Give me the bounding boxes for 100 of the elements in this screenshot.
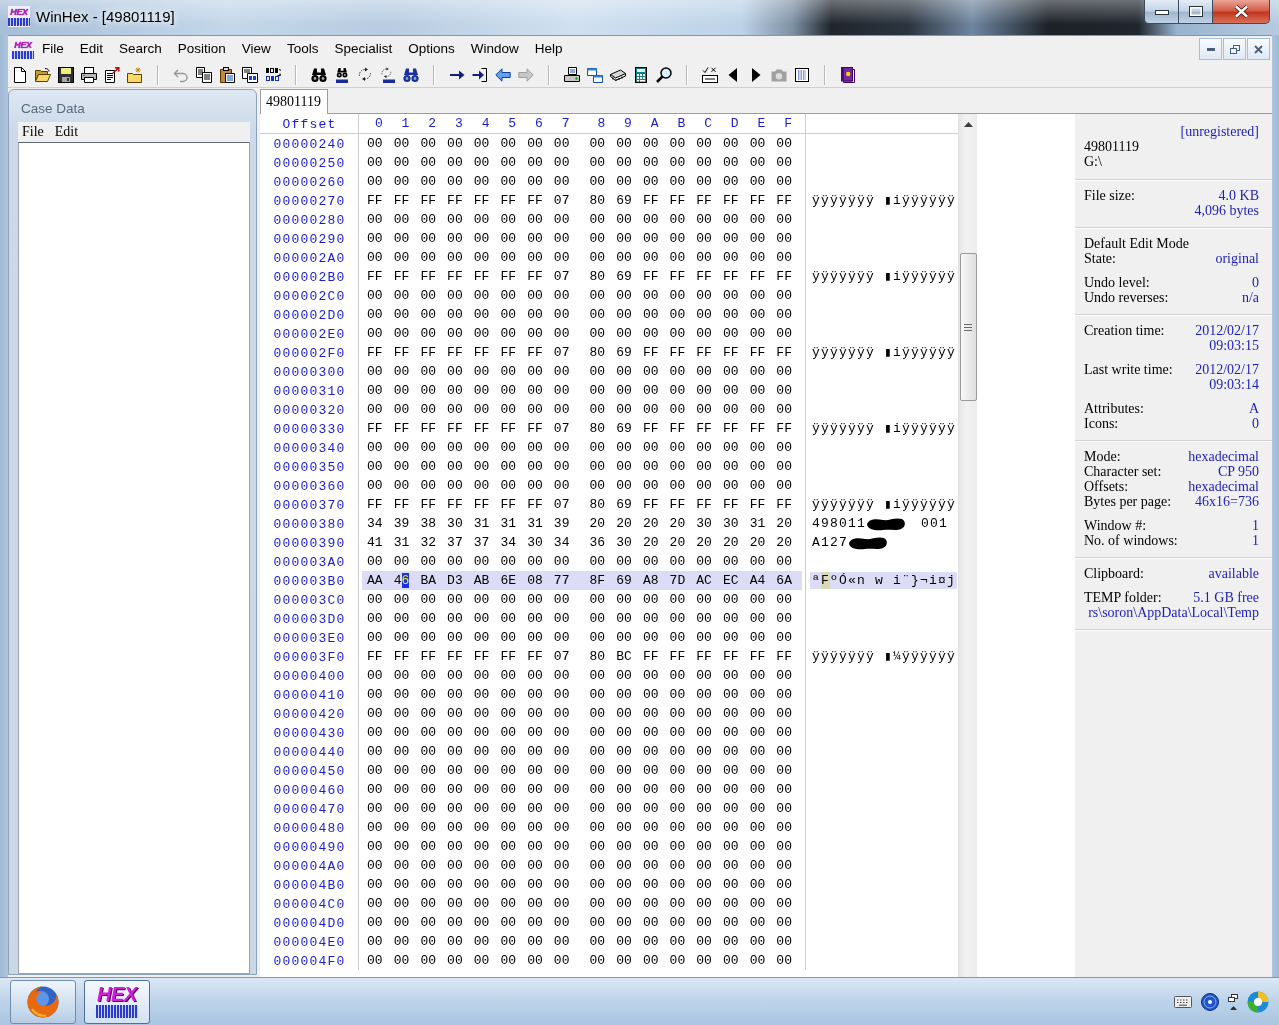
- hex-byte: 00: [721, 288, 740, 303]
- menu-item[interactable]: Search: [111, 39, 170, 59]
- hex-byte: 00: [552, 231, 571, 246]
- hex-byte: 00: [775, 820, 793, 835]
- hex-byte: FF: [668, 193, 687, 208]
- copy-icon[interactable]: [195, 66, 212, 83]
- keyboard-icon[interactable]: [1174, 995, 1192, 1008]
- hex-byte: 00: [552, 877, 571, 892]
- hex-byte: 00: [641, 687, 660, 702]
- menu-item[interactable]: Options: [400, 39, 463, 59]
- check-cross-icon[interactable]: [701, 66, 718, 83]
- hex-byte: 00: [472, 174, 491, 189]
- hex-byte: FF: [668, 649, 687, 664]
- hex-byte: 00: [588, 725, 607, 740]
- hex-byte: 00: [668, 953, 687, 968]
- hex-byte: 00: [748, 630, 767, 645]
- calculator-icon[interactable]: [632, 66, 649, 83]
- computer-icon[interactable]: [563, 66, 580, 83]
- table-icon[interactable]: [793, 66, 810, 83]
- hex-byte: 00: [366, 478, 384, 493]
- orb-icon[interactable]: [1247, 990, 1269, 1013]
- hex-byte: 00: [552, 554, 571, 569]
- search-icon[interactable]: [655, 66, 672, 83]
- left-arrow-icon[interactable]: [494, 66, 511, 83]
- menu-item[interactable]: Tools: [278, 39, 327, 59]
- hex-byte: 00: [641, 611, 660, 626]
- printer-icon[interactable]: [80, 66, 97, 83]
- hex-byte: 00: [748, 288, 767, 303]
- memory-chip-icon[interactable]: [609, 66, 626, 83]
- hex-byte: 00: [668, 877, 687, 892]
- open-folder-icon[interactable]: [34, 66, 51, 83]
- menu-item[interactable]: File: [34, 39, 72, 59]
- hex-byte: 00: [668, 250, 687, 265]
- hex-byte: 00: [499, 782, 518, 797]
- pages-icon[interactable]: [241, 66, 258, 83]
- hex-byte: 00: [588, 554, 607, 569]
- blank-page-icon[interactable]: [11, 66, 28, 83]
- up-arrow-icon[interactable]: [963, 122, 973, 127]
- target-icon[interactable]: [1201, 992, 1219, 1011]
- arrow-into-box-icon[interactable]: [471, 66, 488, 83]
- menu-item[interactable]: View: [233, 39, 279, 59]
- minimize-button[interactable]: [1199, 38, 1222, 60]
- hex-byte: 00: [775, 383, 793, 398]
- binoculars-icon[interactable]: [333, 66, 350, 83]
- hex-byte: 00: [775, 478, 793, 493]
- folder-sparkle-icon[interactable]: [126, 66, 143, 83]
- hex-byte: 00: [721, 706, 740, 721]
- hex-byte: 00: [668, 820, 687, 835]
- info-value: A: [1248, 401, 1259, 416]
- row-offset: 00000460: [272, 783, 346, 798]
- hex-byte: 00: [695, 687, 713, 702]
- file-tab[interactable]: 49801119: [260, 89, 328, 114]
- hex-byte: 00: [392, 383, 411, 398]
- window-icon[interactable]: [1228, 993, 1238, 1002]
- hex-byte: 69: [615, 193, 633, 208]
- hex-byte: 00: [392, 307, 411, 322]
- hex-byte: 00: [552, 858, 571, 873]
- hex-byte: 00: [392, 725, 411, 740]
- hex-byte: 00: [615, 440, 633, 455]
- menu-item[interactable]: Edit: [71, 39, 112, 59]
- dotted-arrows-icon[interactable]: [356, 66, 373, 83]
- menu-item[interactable]: Window: [462, 39, 527, 59]
- menu-item[interactable]: Position: [169, 39, 234, 59]
- hex-byte: 20: [721, 535, 740, 550]
- dotted-arrows-icon[interactable]: [379, 66, 396, 83]
- maximize-button[interactable]: [1178, 0, 1212, 24]
- hex-byte: 00: [775, 155, 793, 170]
- info-value: 09:03:14: [1209, 377, 1259, 392]
- close-button[interactable]: [1212, 0, 1270, 24]
- menu-item[interactable]: File: [18, 123, 51, 141]
- hex-byte: 00: [552, 934, 571, 949]
- restore-button[interactable]: [1223, 38, 1246, 60]
- taskbar-button[interactable]: HEX: [84, 979, 150, 1024]
- hex-byte: 00: [526, 858, 544, 873]
- bits-icon[interactable]: [264, 66, 281, 83]
- hex-byte: FF: [641, 345, 660, 360]
- hex-byte: 00: [615, 763, 633, 778]
- hex-byte: 00: [668, 459, 687, 474]
- book-icon[interactable]: [839, 66, 856, 83]
- hex-byte: 20: [615, 516, 633, 531]
- close-button[interactable]: [1247, 38, 1270, 60]
- hex-byte: 00: [526, 839, 544, 854]
- row-offset: 000002A0: [272, 251, 346, 266]
- hex-byte: 00: [775, 896, 793, 911]
- hex-byte: 00: [775, 915, 793, 930]
- scroll-thumb[interactable]: [959, 253, 977, 401]
- clipboard-icon[interactable]: [218, 66, 235, 83]
- caret-icon[interactable]: [1229, 1005, 1237, 1010]
- hex-byte: 00: [695, 136, 713, 151]
- binoculars-icon[interactable]: [402, 66, 419, 83]
- hex-byte: 00: [721, 839, 740, 854]
- binoculars-icon[interactable]: [310, 66, 327, 83]
- menu-item[interactable]: Edit: [50, 123, 86, 141]
- menu-item[interactable]: Specialist: [326, 39, 401, 59]
- document-arrow-icon[interactable]: [103, 66, 120, 83]
- menu-item[interactable]: Help: [526, 39, 571, 59]
- minimize-button[interactable]: [1144, 0, 1178, 24]
- windows-icon[interactable]: [586, 66, 603, 83]
- taskbar-button[interactable]: [10, 979, 76, 1024]
- hex-byte: 00: [615, 611, 633, 626]
